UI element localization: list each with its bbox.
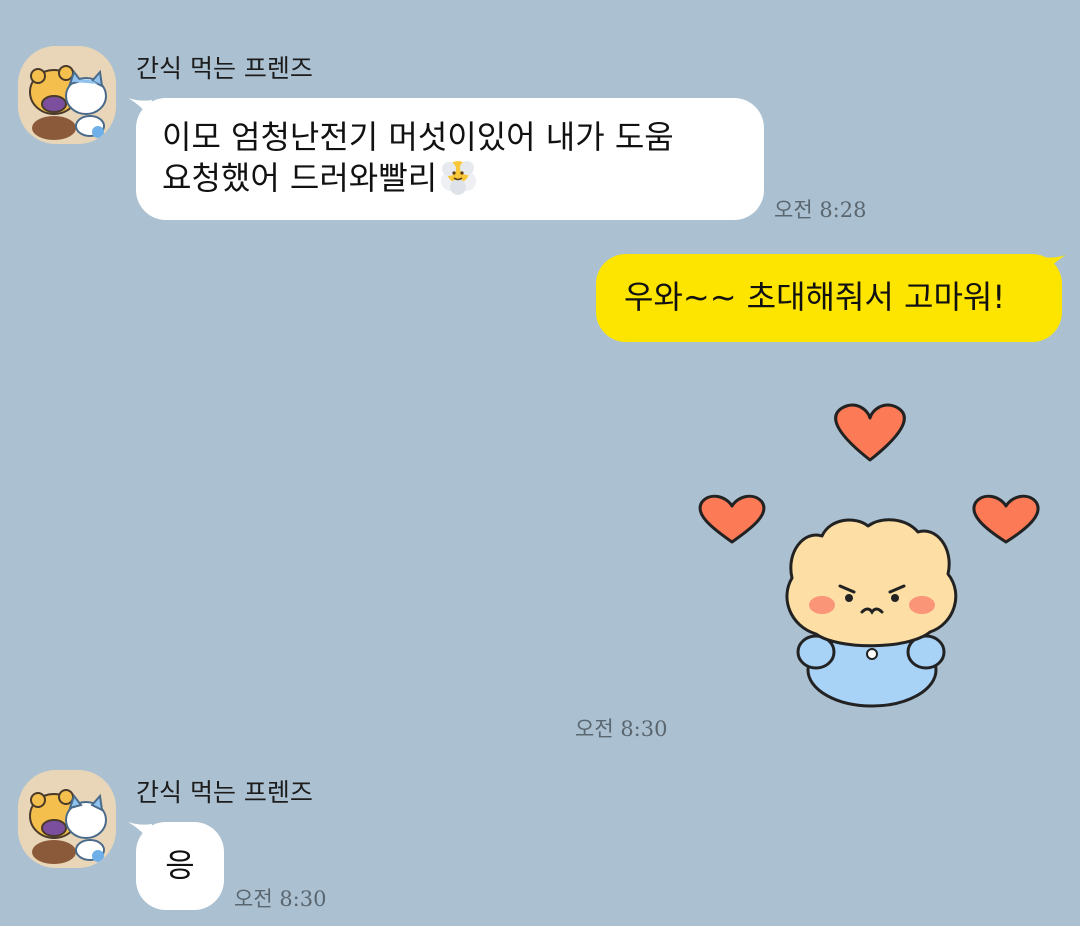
heart-icon — [834, 403, 906, 462]
heart-icon — [698, 494, 766, 544]
message-time: 오전 8:30 — [234, 887, 327, 911]
snack-friends-avatar-icon — [18, 770, 116, 868]
chat-room: 간식 먹는 프렌즈 이모 엄청난전기 머섯이있어 내가 도움 요청했어 드러와빨… — [0, 0, 1080, 926]
message-bubble[interactable]: 응 — [136, 822, 224, 910]
message-time: 오전 8:28 — [774, 198, 867, 222]
bear-hearts-sticker[interactable] — [692, 398, 1048, 708]
message-text: 우와~~ 초대해줘서 고마워! — [624, 278, 1006, 316]
face-in-clouds-icon — [441, 161, 477, 195]
friend-avatar[interactable] — [18, 46, 116, 144]
message-bubble-outgoing[interactable]: 우와~~ 초대해줘서 고마워! — [596, 254, 1062, 342]
message-text-line: 요청했어 드러와빨리 — [162, 157, 738, 198]
message-time: 오전 8:30 — [575, 717, 668, 741]
friend-avatar[interactable] — [18, 770, 116, 868]
message-bubble[interactable]: 이모 엄청난전기 머섯이있어 내가 도움 요청했어 드러와빨리 — [136, 98, 764, 220]
bear-character — [785, 518, 958, 708]
message-text: 응 — [165, 846, 195, 884]
bubble-tail-outgoing — [1042, 255, 1066, 277]
snack-friends-avatar-icon — [18, 46, 116, 144]
heart-icon — [972, 494, 1040, 544]
message-text-line: 이모 엄청난전기 머섯이있어 내가 도움 — [162, 118, 674, 156]
sender-name: 간식 먹는 프렌즈 — [136, 54, 313, 83]
sender-name: 간식 먹는 프렌즈 — [136, 778, 313, 807]
